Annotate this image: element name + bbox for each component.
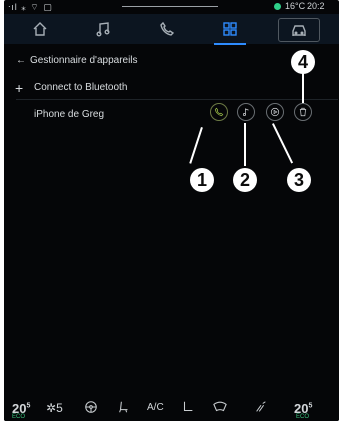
- device-row[interactable]: iPhone de Greg: [4, 105, 339, 127]
- trash-icon: [299, 107, 307, 117]
- play-icon: [270, 107, 280, 117]
- eco-left: ECO: [12, 414, 26, 420]
- back-arrow-icon[interactable]: ←: [16, 55, 26, 66]
- home-icon: [33, 22, 47, 36]
- status-bar: ᐧıl ⁎ ⌔ ▢ 16°C 20:2: [4, 0, 339, 14]
- nav-apps[interactable]: [210, 16, 250, 45]
- callout-line-1: [189, 127, 203, 164]
- media-profile-button[interactable]: [237, 103, 255, 121]
- callout-line-2: [244, 123, 246, 166]
- seat-icon: [119, 401, 128, 413]
- clock: 20:2: [307, 1, 325, 11]
- page-title: Gestionnaire d'appareils: [30, 55, 138, 66]
- connect-bluetooth-row[interactable]: + Connect to Bluetooth: [4, 80, 339, 100]
- car-icon: [292, 25, 306, 36]
- phone-profile-button[interactable]: [210, 103, 228, 121]
- divider: [16, 99, 338, 100]
- airflow-button[interactable]: [254, 400, 268, 417]
- infotainment-screen: ᐧıl ⁎ ⌔ ▢ 16°C 20:2 ← Gestionnaire d'app…: [4, 0, 339, 421]
- defrost-icon: [213, 401, 227, 412]
- signal-icon: ᐧıl ⁎ ⌔ ▢: [8, 2, 53, 12]
- ac-button[interactable]: A/C: [147, 402, 164, 413]
- music-note-icon: [242, 108, 249, 116]
- climate-bar: 205 ECO ✲5 A/C 205 ECO: [4, 394, 339, 421]
- status-dot-icon: [274, 3, 281, 10]
- airflow-icon: [256, 401, 266, 412]
- page-header: ← Gestionnaire d'appareils: [4, 54, 339, 70]
- steering-wheel-icon: [85, 401, 97, 413]
- delete-device-button[interactable]: [294, 103, 312, 121]
- left-temp-unit: 5: [26, 402, 31, 410]
- eco-right: ECO: [296, 414, 310, 420]
- phone-icon: [214, 107, 224, 117]
- right-temp-unit: 5: [308, 402, 313, 410]
- fan-icon: ✲: [46, 401, 57, 415]
- apps-grid-icon: [223, 22, 237, 36]
- outside-temperature: 16°C: [285, 1, 306, 11]
- fan-speed[interactable]: ✲5: [46, 401, 63, 415]
- callout-3: 3: [287, 168, 311, 192]
- callout-1: 1: [190, 168, 214, 192]
- callout-4: 4: [291, 50, 315, 74]
- device-name: iPhone de Greg: [34, 109, 105, 120]
- callout-line-3: [272, 123, 294, 164]
- steering-heat-button[interactable]: [84, 400, 98, 417]
- music-icon: [96, 22, 110, 37]
- callout-line-4: [302, 73, 304, 103]
- callout-2: 2: [233, 168, 257, 192]
- seat-icon: [183, 401, 193, 412]
- connect-bluetooth-label: Connect to Bluetooth: [34, 82, 128, 93]
- nav-music[interactable]: [83, 16, 123, 42]
- add-icon: +: [15, 80, 24, 96]
- phone-icon: [160, 21, 175, 36]
- nav-phone[interactable]: [147, 16, 187, 42]
- fan-speed-value: 5: [56, 401, 63, 415]
- seat-heat-left-button[interactable]: [117, 400, 131, 417]
- nav-vehicle[interactable]: [278, 18, 320, 42]
- play-button[interactable]: [266, 103, 284, 121]
- status-divider: [122, 6, 218, 7]
- seat-heat-right-button[interactable]: [181, 400, 195, 417]
- nav-home[interactable]: [20, 16, 60, 42]
- top-navigation: [4, 14, 339, 45]
- windshield-defrost-button[interactable]: [212, 400, 228, 417]
